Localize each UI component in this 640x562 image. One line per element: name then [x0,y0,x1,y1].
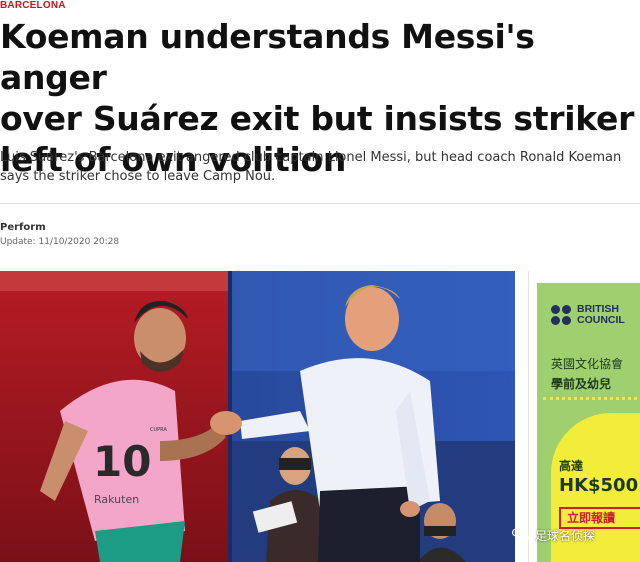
ad-line-2: 學前及幼兒 [551,377,612,391]
ad-line-3: 高達 [559,459,584,473]
headline-line: Koeman understands Messi's anger [0,17,535,97]
update-timestamp: Update: 11/10/2020 20:28 [0,237,120,247]
british-council-logo-icon [551,305,571,325]
watermark: 足球名侦探 [512,524,595,546]
ad-line-1: 英國文化協會 [551,357,624,371]
ad-panel[interactable]: BRITISH COUNCIL 英國文化協會 學前及幼兒 高達 HK$500 立… [537,283,640,562]
article-dek: Luis Suárez's Barcelona exit angered clu… [0,148,640,186]
ad-dotted-divider [543,397,640,407]
shirt-sponsor: Rakuten [94,493,139,506]
category-label[interactable]: BARCELONA [0,0,66,12]
ad-banner[interactable]: BRITISH COUNCIL 英國文化協會 學前及幼兒 高達 HK$500 立… [528,271,640,562]
photo-illustration: 10 Rakuten CUPRA [0,271,515,562]
dek-line: says the striker chose to leave Camp Nou… [0,169,276,184]
wechat-icon [512,527,530,543]
ad-price: HK$500 [559,475,639,496]
author-name[interactable]: Perform [0,222,46,233]
dek-line: Luis Suárez's Barcelona exit angered clu… [0,150,622,165]
watermark-text: 足球名侦探 [535,528,596,543]
article-photo[interactable]: 10 Rakuten CUPRA [0,271,515,562]
shirt-number: 10 [93,437,151,486]
ad-brand-line: COUNCIL [577,314,625,326]
headline-line: over Suárez exit but insists striker [0,99,635,138]
kit-brand: CUPRA [150,427,167,433]
ad-brand: BRITISH COUNCIL [577,304,640,326]
divider [0,203,640,204]
